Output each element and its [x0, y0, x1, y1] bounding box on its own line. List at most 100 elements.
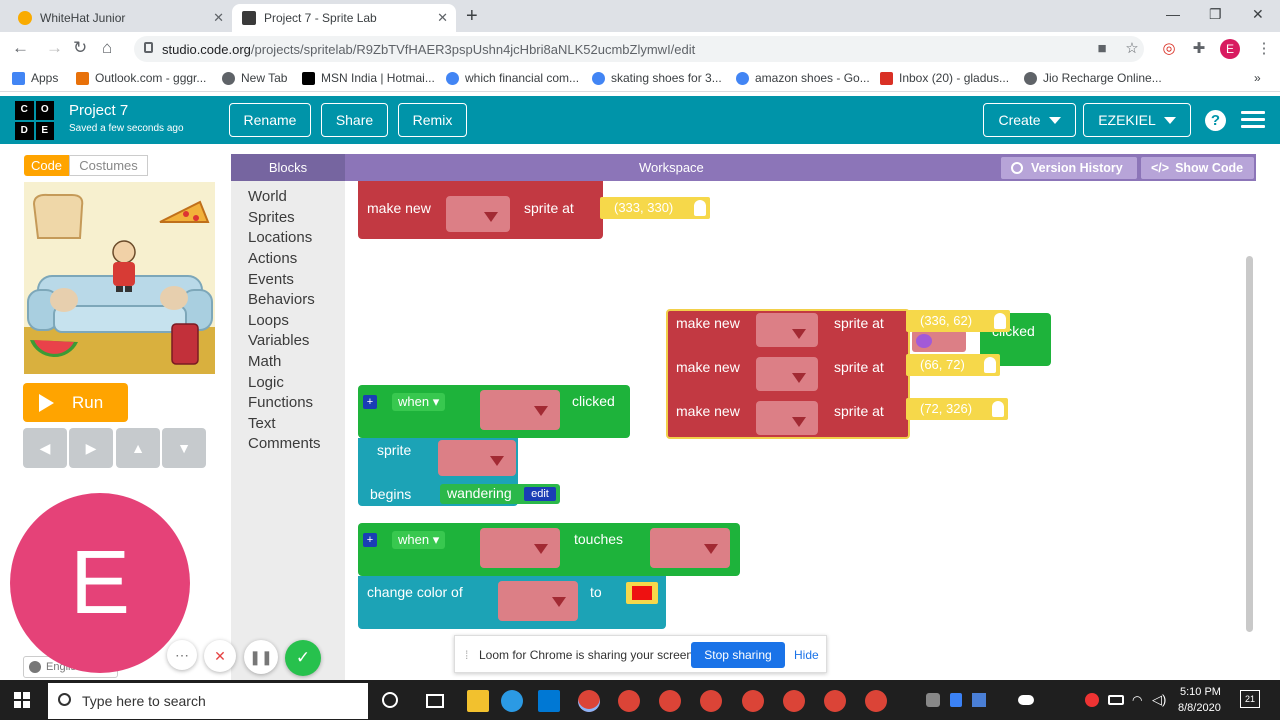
- camera-icon[interactable]: ■: [1094, 41, 1110, 57]
- category-behaviors[interactable]: Behaviors: [248, 291, 315, 308]
- bookmark-inbox[interactable]: Inbox (20) - gladus...: [880, 71, 1009, 85]
- change-color-block[interactable]: change color of to: [358, 576, 666, 629]
- windows-start-icon[interactable]: [14, 692, 30, 708]
- tab-whitehat-junior[interactable]: WhiteHat Junior ✕: [8, 4, 232, 32]
- reload-icon[interactable]: ↻: [73, 38, 87, 58]
- bookmark-financial[interactable]: which financial com...: [446, 71, 579, 85]
- location-input[interactable]: (72, 326): [906, 398, 1008, 420]
- location-pin-icon[interactable]: [984, 357, 996, 373]
- bookmark-apps[interactable]: Apps: [12, 71, 58, 85]
- sprite-picker-watermelon[interactable]: [756, 357, 818, 391]
- edit-behavior-button[interactable]: edit: [524, 487, 556, 501]
- location-pin-icon[interactable]: [992, 401, 1004, 417]
- bluetooth-icon[interactable]: [950, 693, 962, 707]
- category-actions[interactable]: Actions: [248, 250, 297, 267]
- bookmark-outlook[interactable]: Outlook.com - gggr...: [76, 71, 206, 85]
- tab-sprite-lab[interactable]: Project 7 - Sprite Lab ✕: [232, 4, 456, 32]
- bookmark-msn[interactable]: MSN India | Hotmai...: [302, 71, 435, 85]
- volume-icon[interactable]: ◁): [1152, 692, 1166, 708]
- tray-red-icon[interactable]: [1085, 693, 1099, 707]
- battery-icon[interactable]: [1108, 695, 1124, 705]
- new-tab-plus-icon[interactable]: +: [466, 5, 478, 28]
- drag-handle-icon[interactable]: ⁞: [465, 648, 468, 662]
- finish-recording-icon[interactable]: ✓: [285, 640, 321, 676]
- category-world[interactable]: World: [248, 188, 287, 205]
- category-text[interactable]: Text: [248, 415, 276, 432]
- stop-sharing-button[interactable]: Stop sharing: [691, 642, 785, 668]
- chrome-menu-icon[interactable]: ⋮: [1256, 41, 1272, 57]
- notifications-icon[interactable]: 21: [1240, 690, 1260, 708]
- when-sprite-clicked-block[interactable]: + when ▾ clicked: [358, 385, 630, 438]
- code-tab[interactable]: Code: [24, 155, 69, 176]
- chrome-icon[interactable]: [659, 690, 681, 712]
- chrome-icon[interactable]: [824, 690, 846, 712]
- version-history-button[interactable]: Version History: [1001, 157, 1137, 179]
- category-functions[interactable]: Functions: [248, 394, 313, 411]
- game-stage[interactable]: [24, 182, 215, 374]
- sprite-picker-bread[interactable]: [756, 401, 818, 435]
- code-org-logo[interactable]: C O D E: [15, 101, 54, 140]
- workspace-scrollbar[interactable]: [1246, 256, 1253, 632]
- sprite-picker-boy[interactable]: [480, 528, 560, 568]
- add-parameter-icon[interactable]: +: [363, 395, 377, 409]
- help-icon[interactable]: ?: [1205, 110, 1226, 131]
- cortana-icon[interactable]: [382, 692, 398, 708]
- more-bookmarks-icon[interactable]: »: [1254, 71, 1261, 85]
- clock-time[interactable]: 5:10 PM: [1180, 686, 1221, 698]
- file-explorer-icon[interactable]: [467, 690, 489, 712]
- add-parameter-icon[interactable]: +: [363, 533, 377, 547]
- rename-button[interactable]: Rename: [229, 103, 311, 137]
- onedrive-icon[interactable]: [1018, 695, 1034, 705]
- make-new-sprite-stack[interactable]: make new sprite at make new sprite at ma…: [666, 309, 910, 439]
- loom-camera-bubble[interactable]: E: [10, 493, 190, 673]
- sprite-picker-soda[interactable]: [650, 528, 730, 568]
- bookmark-amazon[interactable]: amazon shoes - Go...: [736, 71, 870, 85]
- category-locations[interactable]: Locations: [248, 229, 312, 246]
- extensions-puzzle-icon[interactable]: ✚: [1191, 41, 1207, 57]
- remix-button[interactable]: Remix: [398, 103, 467, 137]
- pause-recording-icon[interactable]: ❚❚: [244, 640, 278, 674]
- wifi-icon[interactable]: ◠: [1132, 693, 1142, 707]
- category-sprites[interactable]: Sprites: [248, 209, 295, 226]
- hidden-sprite-picker[interactable]: [912, 330, 966, 352]
- make-new-sprite-block[interactable]: make new sprite at: [358, 181, 603, 239]
- location-input[interactable]: (66, 72): [906, 354, 1000, 376]
- down-arrow-button[interactable]: ▼: [162, 428, 206, 468]
- share-button[interactable]: Share: [321, 103, 388, 137]
- more-options-icon[interactable]: ⋯: [167, 640, 197, 670]
- category-events[interactable]: Events: [248, 271, 294, 288]
- home-icon[interactable]: ⌂: [102, 38, 112, 58]
- user-menu-dropdown[interactable]: EZEKIEL: [1083, 103, 1191, 137]
- address-bar[interactable]: studio.code.org/projects/spritelab/R9ZbT…: [134, 36, 1144, 62]
- location-input[interactable]: (336, 62): [906, 310, 1010, 332]
- sprite-picker-soda[interactable]: [498, 581, 578, 621]
- chrome-icon[interactable]: [700, 690, 722, 712]
- store-icon[interactable]: [538, 690, 560, 712]
- create-dropdown[interactable]: Create: [983, 103, 1076, 137]
- chrome-icon[interactable]: [865, 690, 887, 712]
- left-arrow-button[interactable]: ◀: [23, 428, 67, 468]
- maximize-icon[interactable]: ❐: [1209, 6, 1222, 23]
- wandering-behavior[interactable]: wandering edit: [440, 484, 560, 504]
- run-button[interactable]: Run: [23, 383, 128, 422]
- skype-icon[interactable]: [926, 693, 940, 707]
- show-code-button[interactable]: </> Show Code: [1141, 157, 1254, 179]
- close-tab-icon[interactable]: ✕: [213, 10, 224, 26]
- sprite-picker-pizza[interactable]: [446, 196, 510, 232]
- task-view-icon[interactable]: [426, 694, 444, 708]
- bookmark-jio[interactable]: Jio Recharge Online...: [1024, 71, 1162, 85]
- extension-loom-icon[interactable]: ◎: [1161, 41, 1177, 57]
- chrome-icon[interactable]: [783, 690, 805, 712]
- location-pin-icon[interactable]: [694, 200, 706, 216]
- minimize-icon[interactable]: —: [1166, 6, 1180, 22]
- back-arrow-icon[interactable]: ←: [12, 38, 29, 58]
- category-loops[interactable]: Loops: [248, 312, 289, 329]
- chrome-icon[interactable]: [742, 690, 764, 712]
- clock-date[interactable]: 8/8/2020: [1178, 702, 1221, 714]
- hamburger-menu-icon[interactable]: [1241, 111, 1265, 129]
- event-dropdown[interactable]: when ▾: [392, 531, 446, 549]
- sprite-picker-soda[interactable]: [756, 313, 818, 347]
- sprite-picker-boy[interactable]: [438, 440, 516, 476]
- category-math[interactable]: Math: [248, 353, 281, 370]
- tray-app-icon[interactable]: [972, 693, 986, 707]
